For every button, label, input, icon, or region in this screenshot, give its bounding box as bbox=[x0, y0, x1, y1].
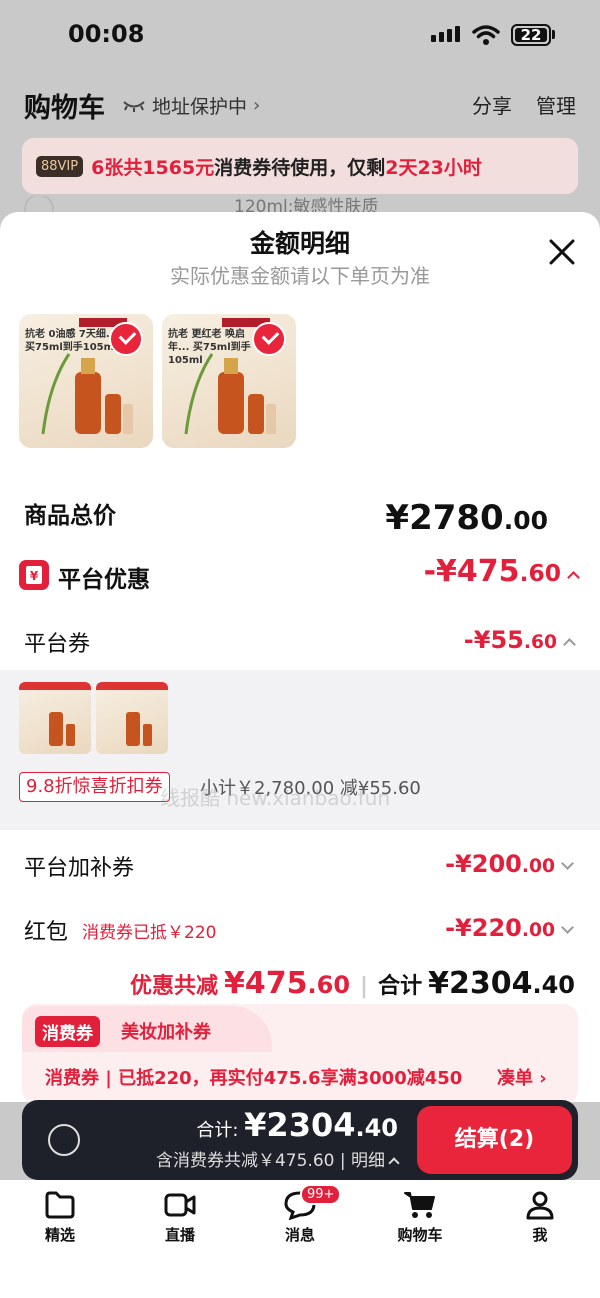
chevron-right-icon: › bbox=[539, 1068, 547, 1089]
sheet-title: 金额明细 bbox=[249, 229, 350, 258]
coupon-tag: 9.8折惊喜折扣券 bbox=[19, 772, 170, 802]
summary-total-label: 合计 bbox=[378, 974, 423, 999]
chevron-down-icon bbox=[561, 921, 574, 934]
product-thumbnail[interactable]: 抗老 更红老 唤启年... 买75ml到手105ml bbox=[162, 314, 296, 448]
status-bar: 00:08 22 bbox=[0, 0, 600, 70]
chevron-up-icon bbox=[567, 571, 580, 584]
tab-label: 精选 bbox=[44, 1226, 75, 1244]
voucher-text: 消费券待使用，仅剩 bbox=[214, 156, 386, 179]
voucher-tag: 消费券 bbox=[35, 1016, 100, 1047]
voucher-banner[interactable]: 88VIP 6张共1565元 消费券待使用，仅剩 2天23小时 bbox=[22, 138, 578, 194]
battery-icon: 22 bbox=[511, 24, 551, 46]
watermark: 线报酷 new.xianbao.fun bbox=[160, 786, 391, 810]
summary-line: 优惠共减 ¥475.60 | 合计 ¥2304.40 bbox=[130, 966, 575, 1001]
chevron-down-icon bbox=[561, 857, 574, 870]
voucher-type: 美妆加补券 bbox=[121, 1022, 211, 1043]
tab-featured[interactable]: 精选 bbox=[20, 1190, 100, 1245]
tab-label: 消息 bbox=[284, 1226, 315, 1244]
amount-detail-sheet: 金额明细 实际优惠金额请以下单页为准 抗老 0油感 7天细... 买75ml到手… bbox=[0, 212, 600, 1102]
add-items-link[interactable]: 凑单 › bbox=[497, 1064, 547, 1090]
close-icon[interactable] bbox=[548, 238, 576, 266]
red-packet-value[interactable]: -¥220.00 bbox=[445, 914, 574, 942]
voucher-deadline: 2天23小时 bbox=[385, 156, 482, 179]
selected-check-icon[interactable] bbox=[109, 322, 143, 356]
platform-coupon-value[interactable]: -¥55.60 bbox=[464, 626, 576, 654]
chevron-right-icon: › bbox=[253, 95, 261, 116]
platform-discount-icon: ¥ bbox=[19, 560, 49, 590]
platform-coupon-label: 平台券 bbox=[24, 632, 91, 657]
signal-icon bbox=[431, 26, 460, 42]
cart-icon bbox=[404, 1192, 435, 1218]
vip-badge: 88VIP bbox=[36, 155, 84, 177]
share-button[interactable]: 分享 bbox=[472, 90, 512, 119]
eye-closed-icon bbox=[123, 100, 145, 112]
video-icon bbox=[164, 1193, 196, 1217]
selected-check-icon[interactable] bbox=[252, 322, 286, 356]
product-mini-thumbnail bbox=[96, 682, 168, 754]
product-mini-thumbnail bbox=[19, 682, 91, 754]
sheet-subtitle: 实际优惠金额请以下单页为准 bbox=[170, 264, 430, 288]
voucher-count: 6张共1565元 bbox=[91, 156, 215, 179]
profile-icon bbox=[526, 1191, 554, 1220]
checkout-bar: 合计: ¥2304.40 含消费券共减￥475.60 | 明细 结算(2) bbox=[22, 1100, 578, 1180]
voucher-progress-text: 消费券 | 已抵220，再实付475.6享满3000减450 bbox=[45, 1068, 463, 1089]
address-protection[interactable]: 地址保护中 › bbox=[122, 92, 260, 119]
tab-label: 直播 bbox=[164, 1226, 195, 1244]
battery-level: 22 bbox=[520, 26, 542, 44]
summary-total-value: ¥2304.40 bbox=[428, 966, 575, 1001]
platform-discount-value[interactable]: -¥475.60 bbox=[424, 554, 580, 589]
goods-total-value: ¥2780.00 bbox=[385, 498, 548, 538]
discount-total-value: ¥475.60 bbox=[224, 966, 351, 1001]
page-title: 购物车 bbox=[24, 93, 105, 124]
red-packet-note: 消费券已抵￥220 bbox=[82, 923, 217, 943]
chevron-up-icon bbox=[388, 1157, 400, 1169]
goods-total-label: 商品总价 bbox=[24, 503, 116, 529]
wifi-icon bbox=[472, 25, 500, 45]
platform-discount-label: 平台优惠 bbox=[58, 567, 150, 593]
tab-messages[interactable]: 99+ 消息 bbox=[260, 1184, 342, 1245]
coupon-detail-panel: 9.8折惊喜折扣券 小计￥2,780.00 减¥55.60 线报酷 new.xi… bbox=[0, 670, 600, 830]
checkout-detail-link[interactable]: 含消费券共减￥475.60 | 明细 bbox=[156, 1146, 400, 1171]
status-time: 00:08 bbox=[68, 20, 145, 48]
checkout-total: 合计: ¥2304.40 bbox=[196, 1106, 398, 1144]
tab-label: 我 bbox=[532, 1226, 548, 1244]
tab-live[interactable]: 直播 bbox=[140, 1190, 220, 1245]
checkout-button[interactable]: 结算(2) bbox=[417, 1106, 572, 1174]
subsidy-coupon-label: 平台加补券 bbox=[24, 856, 135, 881]
subsidy-coupon-value[interactable]: -¥200.00 bbox=[445, 850, 574, 878]
tab-profile[interactable]: 我 bbox=[500, 1190, 580, 1245]
address-label: 地址保护中 bbox=[152, 96, 248, 118]
tab-cart[interactable]: 购物车 bbox=[380, 1190, 460, 1245]
chevron-up-icon bbox=[563, 638, 576, 651]
manage-button[interactable]: 管理 bbox=[536, 90, 576, 119]
discount-total-label: 优惠共减 bbox=[130, 974, 219, 999]
bottom-tab-bar: 精选 直播 99+ 消息 购物车 我 bbox=[0, 1180, 600, 1298]
svg-text:¥: ¥ bbox=[30, 569, 39, 583]
tab-label: 购物车 bbox=[397, 1226, 443, 1244]
product-thumbnail[interactable]: 抗老 0油感 7天细... 买75ml到手105ml bbox=[19, 314, 153, 448]
message-badge: 99+ bbox=[300, 1184, 342, 1205]
home-icon bbox=[45, 1191, 75, 1219]
red-packet-label: 红包 bbox=[24, 920, 69, 945]
cart-header: 购物车 地址保护中 › 分享 管理 bbox=[0, 78, 600, 128]
select-all-checkbox[interactable] bbox=[48, 1124, 80, 1156]
